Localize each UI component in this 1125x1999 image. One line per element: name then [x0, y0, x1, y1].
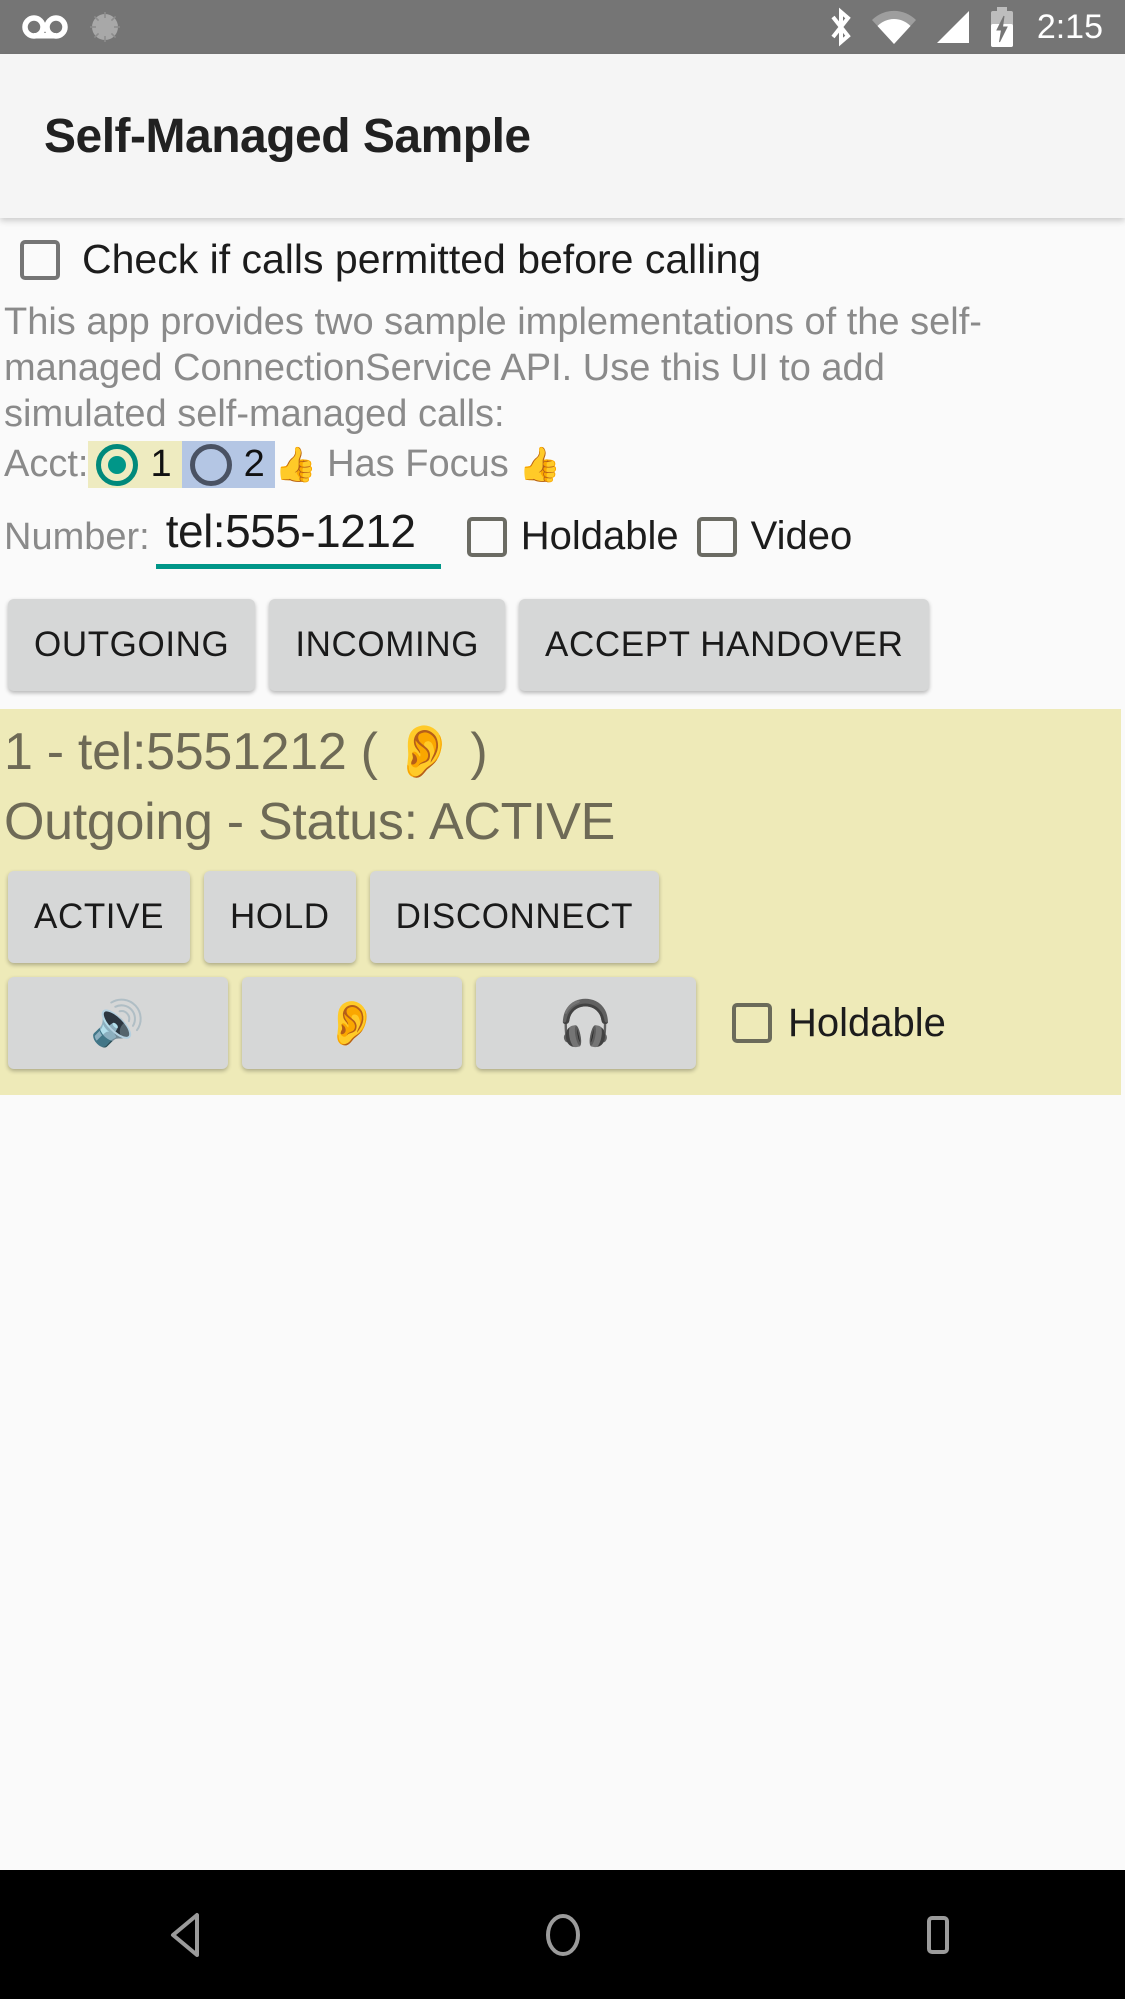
video-checkbox[interactable] — [696, 516, 737, 557]
number-row: Number: tel:555-1212 Holdable Video — [0, 488, 1125, 575]
status-bar: 2:15 — [0, 0, 1125, 54]
voicemail-icon — [22, 12, 68, 42]
wifi-icon — [871, 8, 917, 46]
call-card-status: Outgoing - Status: ACTIVE — [4, 793, 616, 852]
account-radio-2-label: 2 — [243, 443, 265, 485]
audio-route-earpiece-button[interactable]: 👂 — [242, 977, 462, 1070]
number-label: Number: — [4, 516, 150, 558]
holdable-check-row[interactable]: Holdable — [466, 514, 679, 569]
cell-signal-icon — [933, 8, 973, 46]
battery-charging-icon — [989, 6, 1015, 48]
sync-spinner-icon — [86, 8, 124, 46]
account-radio-group[interactable]: 1 2 — [88, 441, 275, 488]
app-bar: Self-Managed Sample — [0, 54, 1125, 218]
incoming-button[interactable]: INCOMING — [269, 599, 506, 691]
status-bar-right-icons: 2:15 — [827, 6, 1103, 48]
call-holdable-check-row[interactable]: Holdable — [732, 1001, 946, 1046]
radio-selected-icon — [96, 443, 139, 486]
thumbs-up-icon-right: 👍 — [518, 445, 562, 484]
circle-icon — [545, 1913, 580, 1956]
status-bar-left-icons — [22, 8, 124, 46]
permit-check-label: Check if calls permitted before calling — [82, 236, 762, 282]
call-state-buttons: ACTIVE HOLD DISCONNECT — [0, 857, 1121, 964]
permit-check-row[interactable]: Check if calls permitted before calling — [0, 218, 1125, 289]
account-row: Acct: 1 2 👍 Has Focus 👍 — [0, 437, 1125, 488]
account-radio-1[interactable]: 1 — [88, 441, 182, 488]
holdable-label: Holdable — [520, 514, 679, 558]
thumbs-up-icon-left: 👍 — [274, 445, 318, 484]
has-focus-label: Has Focus — [327, 443, 509, 485]
call-active-button[interactable]: ACTIVE — [8, 871, 191, 964]
nav-recents-button[interactable] — [843, 1870, 1033, 1999]
video-check-row[interactable]: Video — [696, 514, 853, 569]
permit-check-checkbox[interactable] — [20, 239, 60, 280]
account-label: Acct: — [4, 443, 89, 485]
call-action-buttons: OUTGOING INCOMING ACCEPT HANDOVER — [0, 575, 1125, 709]
number-input[interactable]: tel:555-1212 — [155, 504, 441, 569]
triangle-left-icon — [170, 1912, 199, 1957]
call-hold-button[interactable]: HOLD — [204, 871, 356, 964]
call-audio-buttons: 🔊 👂 🎧 Holdable — [0, 963, 1121, 1070]
app-description: This app provides two sample implementat… — [4, 301, 982, 435]
call-card-title: 1 - tel:5551212 ( 👂 ) — [4, 723, 488, 781]
audio-route-speaker-button[interactable]: 🔊 — [8, 977, 228, 1070]
outgoing-button[interactable]: OUTGOING — [8, 599, 256, 691]
account-radio-1-label: 1 — [150, 443, 172, 485]
call-holdable-checkbox[interactable] — [732, 1003, 772, 1044]
navigation-bar — [0, 1870, 1125, 1999]
call-disconnect-button[interactable]: DISCONNECT — [369, 871, 660, 964]
call-card: 1 - tel:5551212 ( 👂 ) Outgoing - Status:… — [0, 709, 1121, 1096]
call-holdable-label: Holdable — [788, 1000, 946, 1045]
page-title: Self-Managed Sample — [44, 109, 531, 163]
square-icon — [926, 1915, 949, 1954]
accept-handover-button[interactable]: ACCEPT HANDOVER — [519, 599, 930, 691]
video-label: Video — [750, 514, 853, 558]
radio-unselected-icon — [189, 443, 232, 486]
status-bar-clock: 2:15 — [1036, 7, 1103, 46]
audio-route-headset-button[interactable]: 🎧 — [476, 977, 696, 1070]
holdable-checkbox[interactable] — [466, 516, 507, 557]
main-content: Check if calls permitted before calling … — [0, 218, 1125, 1096]
nav-back-button[interactable] — [93, 1870, 283, 1999]
bluetooth-icon — [827, 7, 855, 47]
account-radio-2[interactable]: 2 — [181, 441, 275, 488]
number-input-value: tel:555-1212 — [165, 505, 416, 557]
nav-home-button[interactable] — [468, 1870, 658, 1999]
